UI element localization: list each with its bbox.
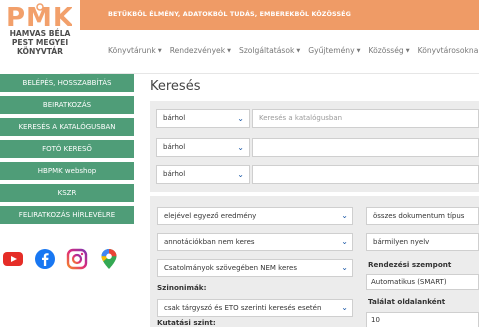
document-type-value: összes dokumentum típus xyxy=(373,212,465,220)
document-type-select[interactable]: összes dokumentum típus xyxy=(366,207,479,225)
tagline: BETŰKBŐL ÉLMÉNY, ADATOKBÓL TUDÁS, EMBERE… xyxy=(108,10,351,18)
caret-down-icon: ▼ xyxy=(405,47,410,54)
search-input[interactable] xyxy=(252,165,479,184)
language-value: bármilyen nyelv xyxy=(373,238,430,246)
nav-label: Közösség xyxy=(368,46,404,55)
nav-label: Könyvtárosoknak xyxy=(417,46,479,55)
annotation-value: annotációkban nem keres xyxy=(164,238,255,246)
search-field-value: bárhol xyxy=(163,143,186,151)
chevron-down-icon: ⌄ xyxy=(237,143,244,152)
top-bar: BETŰKBŐL ÉLMÉNY, ADATOKBÓL TUDÁS, EMBERE… xyxy=(80,0,479,30)
synonyms-value: csak tárgyszó és ETO szerinti keresés es… xyxy=(164,304,322,312)
library-logo[interactable]: PMK HAMVAS BÉLA PEST MEGYEI KÖNYVTÁR xyxy=(0,0,80,74)
chevron-down-icon: ⌄ xyxy=(341,263,348,272)
social-links xyxy=(0,248,134,272)
nav-rendezvenyek[interactable]: Rendezvények ▼ xyxy=(170,46,231,55)
sidebar-item-newsletter[interactable]: FELIRATKOZÁS HÍRLEVÉLRE xyxy=(0,206,134,224)
per-page-label: Találat oldalanként xyxy=(368,297,446,306)
nav-szolgaltatasok[interactable]: Szolgáltatások ▼ xyxy=(239,46,300,55)
sidebar-item-photo-search[interactable]: FOTÓ KERESŐ xyxy=(0,140,134,158)
synonyms-select[interactable]: csak tárgyszó és ETO szerinti keresés es… xyxy=(157,299,353,317)
synonyms-label: Szinonimák: xyxy=(157,283,207,292)
research-level-label: Kutatási szint: xyxy=(157,318,216,327)
chevron-down-icon: ⌄ xyxy=(341,237,348,246)
sidebar-item-webshop[interactable]: HBPMK webshop xyxy=(0,162,134,180)
library-name-line-2: PEST MEGYEI xyxy=(11,38,69,47)
search-field-value: bárhol xyxy=(163,170,186,178)
sidebar: BELÉPÉS, HOSSZABBÍTÁS BEIRATKOZÁS KERESÉ… xyxy=(0,74,134,228)
chevron-down-icon: ⌄ xyxy=(341,211,348,220)
nav-label: Gyűjtemény xyxy=(308,46,355,55)
search-options-panel: elejével egyező eredmény ⌄ annotációkban… xyxy=(150,196,479,327)
sidebar-item-kszr[interactable]: KSZR xyxy=(0,184,134,202)
caret-down-icon: ▼ xyxy=(227,47,231,54)
search-field-select[interactable]: bárhol ⌄ xyxy=(156,109,250,128)
search-field-select[interactable]: bárhol ⌄ xyxy=(156,165,250,184)
search-row: bárhol ⌄ xyxy=(156,138,479,157)
page-title: Keresés xyxy=(150,79,201,94)
match-mode-value: elejével egyező eredmény xyxy=(164,212,257,220)
sidebar-item-catalog-search[interactable]: KERESÉS A KATALÓGUSBAN xyxy=(0,118,134,136)
chevron-down-icon: ⌄ xyxy=(237,170,244,179)
annotation-select[interactable]: annotációkban nem keres ⌄ xyxy=(157,233,353,251)
search-row: bárhol ⌄ Keresés a katalógusban xyxy=(156,109,479,128)
library-name: HAMVAS BÉLA PEST MEGYEI KÖNYVTÁR xyxy=(0,29,80,56)
library-name-line-3: KÖNYVTÁR xyxy=(16,47,64,56)
nav-label: Rendezvények xyxy=(169,46,226,55)
match-mode-select[interactable]: elejével egyező eredmény ⌄ xyxy=(157,207,353,225)
nav-gyujtemeny[interactable]: Gyűjtemény ▼ xyxy=(308,46,360,55)
sidebar-item-registration[interactable]: BEIRATKOZÁS xyxy=(0,96,134,114)
caret-down-icon: ▼ xyxy=(157,47,162,54)
chevron-down-icon: ⌄ xyxy=(341,303,348,312)
instagram-icon[interactable] xyxy=(66,248,88,270)
caret-down-icon: ▼ xyxy=(296,47,301,54)
library-name-line-1: HAMVAS BÉLA xyxy=(9,29,71,38)
search-field-value: bárhol xyxy=(163,114,186,122)
search-input[interactable]: Keresés a katalógusban xyxy=(252,109,479,128)
nav-kozosseg[interactable]: Közösség ▼ xyxy=(368,46,409,55)
search-field-select[interactable]: bárhol ⌄ xyxy=(156,138,250,157)
search-row: bárhol ⌄ xyxy=(156,165,479,184)
nav-label: Könyvtárunk xyxy=(108,46,156,55)
attachment-value: Csatolmányok szövegében NEM keres xyxy=(164,264,297,272)
search-panel: bárhol ⌄ Keresés a katalógusban bárhol ⌄… xyxy=(150,101,479,192)
caret-down-icon: ▼ xyxy=(356,47,361,54)
nav-konyvtarosoknak[interactable]: Könyvtárosoknak xyxy=(418,46,479,55)
sort-select[interactable]: Automatikus (SMART) xyxy=(366,274,479,290)
google-maps-icon[interactable] xyxy=(98,248,120,270)
sidebar-item-login[interactable]: BELÉPÉS, HOSSZABBÍTÁS xyxy=(0,74,134,92)
chevron-down-icon: ⌄ xyxy=(237,114,244,123)
language-select[interactable]: bármilyen nyelv xyxy=(366,233,479,251)
nav-konyvtarunk[interactable]: Könyvtárunk ▼ xyxy=(108,46,162,55)
search-input[interactable] xyxy=(252,138,479,157)
youtube-icon[interactable] xyxy=(2,248,24,270)
attachment-select[interactable]: Csatolmányok szövegében NEM keres ⌄ xyxy=(157,259,353,277)
facebook-icon[interactable] xyxy=(34,248,56,270)
main-navigation: Könyvtárunk ▼ Rendezvények ▼ Szolgáltatáso… xyxy=(80,30,479,74)
nav-label: Szolgáltatások xyxy=(239,46,295,55)
sort-label: Rendezési szempont xyxy=(368,260,452,269)
pmk-logo-mark-icon: PMK xyxy=(8,3,72,31)
per-page-input[interactable]: 10 xyxy=(366,312,479,327)
